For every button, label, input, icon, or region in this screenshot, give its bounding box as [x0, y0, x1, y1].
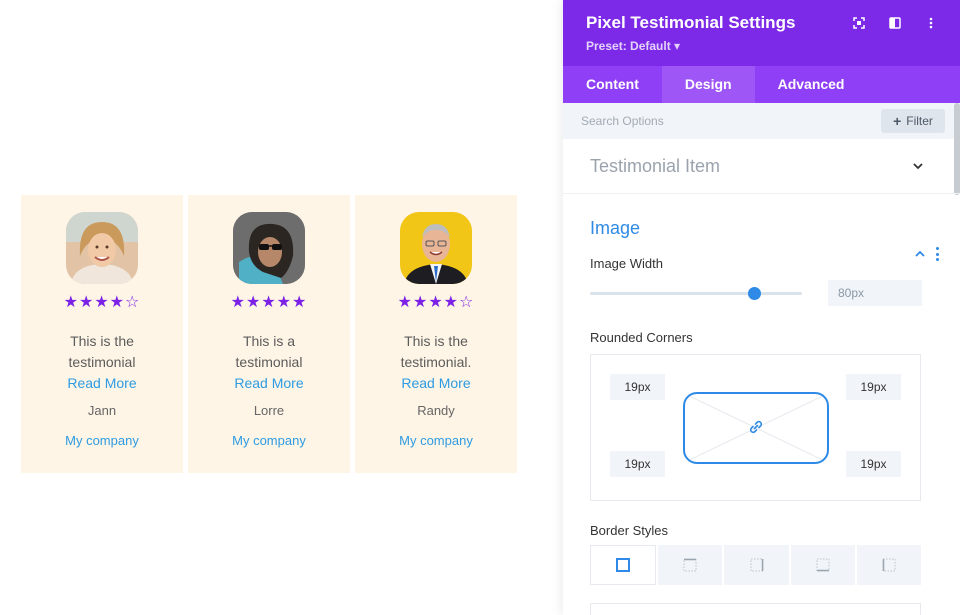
testimonial-text: This is the testimonial. [400, 333, 472, 370]
tab-advanced[interactable]: Advanced [755, 66, 868, 103]
rounded-corners-control [590, 354, 921, 501]
tab-bar: Content Design Advanced [563, 66, 960, 103]
author-name: Jann [87, 403, 117, 418]
panel-title: Pixel Testimonial Settings [586, 13, 796, 32]
border-left-icon [882, 558, 896, 572]
settings-panel: Pixel Testimonial Settings Preset: Defau… [563, 0, 960, 615]
split-view-icon[interactable] [888, 15, 902, 31]
company-link[interactable]: My company [232, 433, 306, 449]
filter-button[interactable]: + Filter [881, 109, 945, 133]
rating-stars: ★★★★☆ [63, 292, 141, 311]
testimonial-card: ★★★★★ This is a testimonial Read More Lo… [188, 195, 350, 473]
portrait-sunglasses-image [233, 212, 305, 284]
corner-bottom-right-input[interactable] [846, 451, 901, 477]
corner-top-right-input[interactable] [846, 374, 901, 400]
image-width-label: Image Width [590, 256, 663, 271]
tab-content[interactable]: Content [563, 66, 662, 103]
avatar [400, 212, 472, 284]
link-corners-toggle[interactable] [683, 392, 829, 464]
section-controls [914, 247, 939, 261]
border-all-icon [616, 558, 631, 572]
border-right-button[interactable] [724, 545, 789, 585]
section-image: Image Image Width Rounded Corners [563, 218, 960, 615]
plus-icon: + [893, 113, 902, 129]
company-link[interactable]: My company [399, 433, 473, 449]
border-top-icon [683, 558, 697, 572]
slider-handle[interactable] [748, 287, 761, 300]
section-menu-icon[interactable] [935, 247, 939, 261]
rating-stars: ★★★★★ [230, 292, 308, 311]
section-title: Testimonial Item [590, 155, 721, 176]
company-link[interactable]: My company [65, 433, 139, 449]
testimonial-text: This is a testimonial [235, 333, 303, 370]
read-more-link[interactable]: Read More [401, 373, 470, 394]
image-width-control [590, 280, 960, 306]
portrait-businessman-image [400, 212, 472, 284]
fullscreen-icon[interactable] [852, 15, 866, 31]
avatar [233, 212, 305, 284]
portrait-woman-image [66, 212, 138, 284]
author-name: Randy [417, 403, 455, 418]
corner-top-left-input[interactable] [610, 374, 665, 400]
chevron-down-icon [911, 159, 925, 173]
section-testimonial-item: Testimonial Item [563, 139, 960, 194]
rating-stars: ★★★★☆ [397, 292, 475, 311]
border-bottom-button[interactable] [790, 545, 855, 585]
section-toggle[interactable]: Testimonial Item [563, 139, 960, 193]
testimonial-grid: ★★★★☆ This is the testimonial Read More … [21, 195, 517, 473]
chevron-up-icon[interactable] [914, 248, 926, 260]
border-right-icon [750, 558, 763, 572]
border-styles-label: Border Styles [590, 523, 669, 538]
author-name: Lorre [253, 403, 285, 418]
avatar [66, 212, 138, 284]
testimonial-card: ★★★★☆ This is the testimonial. Read More… [355, 195, 517, 473]
more-options-icon[interactable] [924, 15, 938, 31]
border-all-sides-button[interactable] [590, 545, 657, 585]
filter-label: Filter [906, 114, 933, 128]
link-icon [747, 418, 765, 436]
rounded-corners-label: Rounded Corners [590, 330, 693, 345]
tab-design[interactable]: Design [661, 66, 755, 103]
border-bottom-icon [816, 558, 830, 572]
testimonial-text: This is the testimonial [68, 333, 136, 370]
search-options-input[interactable] [581, 110, 851, 132]
preset-dropdown[interactable]: Preset: Default ▾ [586, 39, 680, 53]
read-more-link[interactable]: Read More [67, 373, 136, 394]
border-styles-selector [590, 545, 922, 585]
search-bar: + Filter [563, 103, 960, 139]
section-title[interactable]: Image [590, 218, 960, 239]
testimonial-card: ★★★★☆ This is the testimonial Read More … [21, 195, 183, 473]
border-settings-box [590, 603, 921, 615]
border-top-button[interactable] [658, 545, 723, 585]
border-left-button[interactable] [856, 545, 922, 585]
image-width-slider[interactable] [590, 292, 802, 295]
header-actions [852, 15, 938, 31]
panel-header: Pixel Testimonial Settings Preset: Defau… [563, 0, 960, 66]
image-width-input[interactable] [828, 280, 922, 306]
corner-bottom-left-input[interactable] [610, 451, 665, 477]
read-more-link[interactable]: Read More [234, 373, 303, 394]
